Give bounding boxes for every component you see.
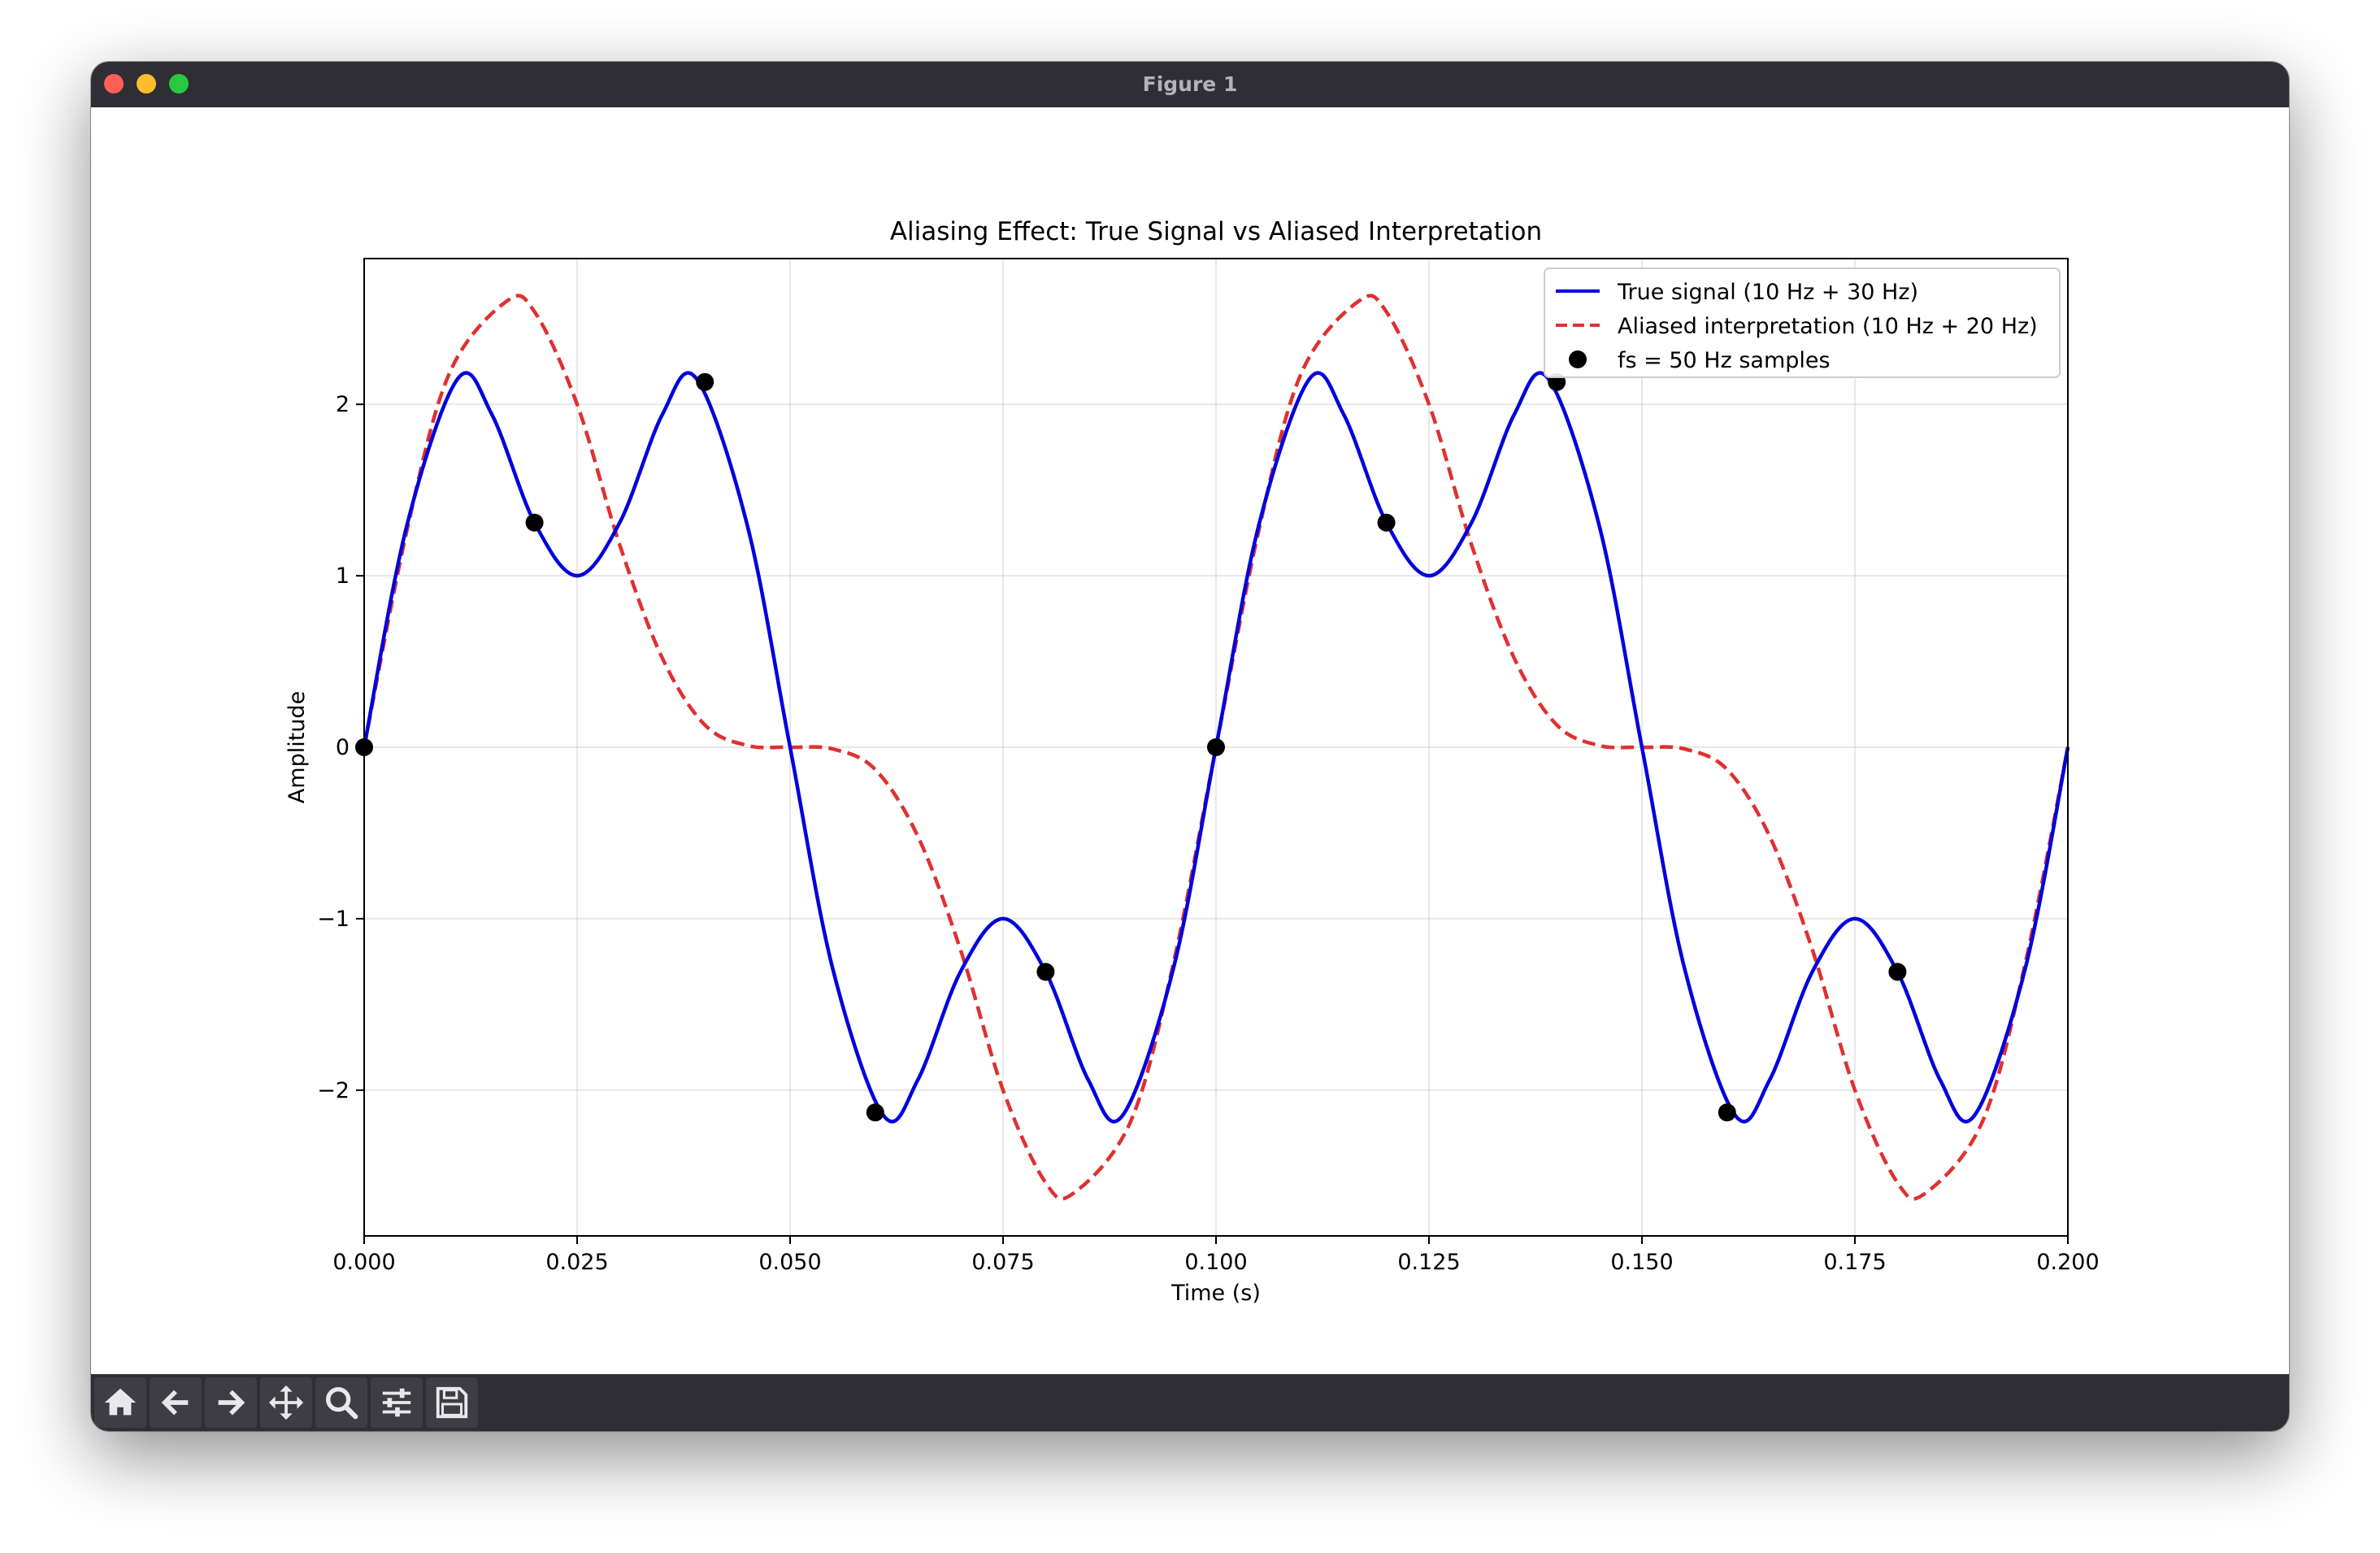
legend-aliased-label: Aliased interpretation (10 Hz + 20 Hz) xyxy=(1618,314,2038,339)
navigation-toolbar xyxy=(91,1374,2289,1431)
sample-point xyxy=(1377,513,1396,532)
x-tick-label: 0.100 xyxy=(1184,1250,1247,1275)
y-tick-label: 0 xyxy=(336,735,350,760)
x-tick-label: 0.125 xyxy=(1397,1250,1460,1275)
home-icon xyxy=(104,1388,137,1416)
sample-point xyxy=(1888,963,1907,981)
back-button[interactable] xyxy=(150,1377,202,1428)
window-title: Figure 1 xyxy=(1142,72,1238,96)
title-bar: Figure 1 xyxy=(91,62,2289,108)
legend-samples-label: fs = 50 Hz samples xyxy=(1618,348,1831,373)
x-tick-label: 0.150 xyxy=(1610,1250,1673,1275)
y-tick-label: −2 xyxy=(317,1078,350,1103)
configure-subplots-button[interactable] xyxy=(371,1377,423,1428)
y-tick-label: 2 xyxy=(336,392,350,417)
x-axis-ticks: 0.000 0.025 0.050 0.075 0.100 0.125 0.150 0.175… xyxy=(332,1236,2100,1275)
x-axis-label: Time (s) xyxy=(1170,1281,1261,1306)
pan-button[interactable] xyxy=(260,1377,312,1428)
home-button[interactable] xyxy=(94,1377,146,1428)
move-icon xyxy=(268,1385,304,1420)
figure-canvas[interactable]: Aliasing Effect: True Signal vs Aliased … xyxy=(91,107,2289,1374)
sample-point xyxy=(696,372,714,391)
x-tick-label: 0.175 xyxy=(1823,1250,1886,1275)
legend-true-signal-label: True signal (10 Hz + 30 Hz) xyxy=(1617,280,1918,305)
figure-window: Figure 1 Aliasing Effect: True Signal vs… xyxy=(91,62,2289,1431)
save-button[interactable] xyxy=(426,1377,478,1428)
y-tick-label: −1 xyxy=(317,907,350,932)
legend: True signal (10 Hz + 30 Hz) Aliased inte… xyxy=(1544,268,2061,378)
y-axis-ticks: −2 −1 0 1 2 xyxy=(317,392,364,1103)
x-tick-label: 0.000 xyxy=(332,1250,395,1275)
arrow-left-icon xyxy=(161,1390,189,1416)
y-axis-label: Amplitude xyxy=(284,691,310,803)
sliders-icon xyxy=(382,1388,411,1417)
sample-point xyxy=(525,513,544,532)
arrow-right-icon xyxy=(218,1390,245,1416)
magnifier-icon xyxy=(326,1387,358,1420)
x-tick-label: 0.200 xyxy=(2036,1250,2099,1275)
forward-button[interactable] xyxy=(205,1377,257,1428)
sample-point xyxy=(1207,738,1225,756)
legend-samples-marker xyxy=(1569,350,1587,368)
x-tick-label: 0.025 xyxy=(545,1250,608,1275)
zoom-button[interactable] xyxy=(315,1377,367,1428)
chart-title: Aliasing Effect: True Signal vs Aliased … xyxy=(890,217,1542,246)
sample-point xyxy=(1036,963,1055,981)
x-tick-label: 0.050 xyxy=(758,1250,821,1275)
sample-point xyxy=(1718,1103,1736,1122)
line-chart: Aliasing Effect: True Signal vs Aliased … xyxy=(284,217,2100,1306)
y-tick-label: 1 xyxy=(336,563,350,589)
x-tick-label: 0.075 xyxy=(971,1250,1034,1275)
floppy-disk-icon xyxy=(436,1386,468,1419)
sample-point xyxy=(866,1103,884,1122)
